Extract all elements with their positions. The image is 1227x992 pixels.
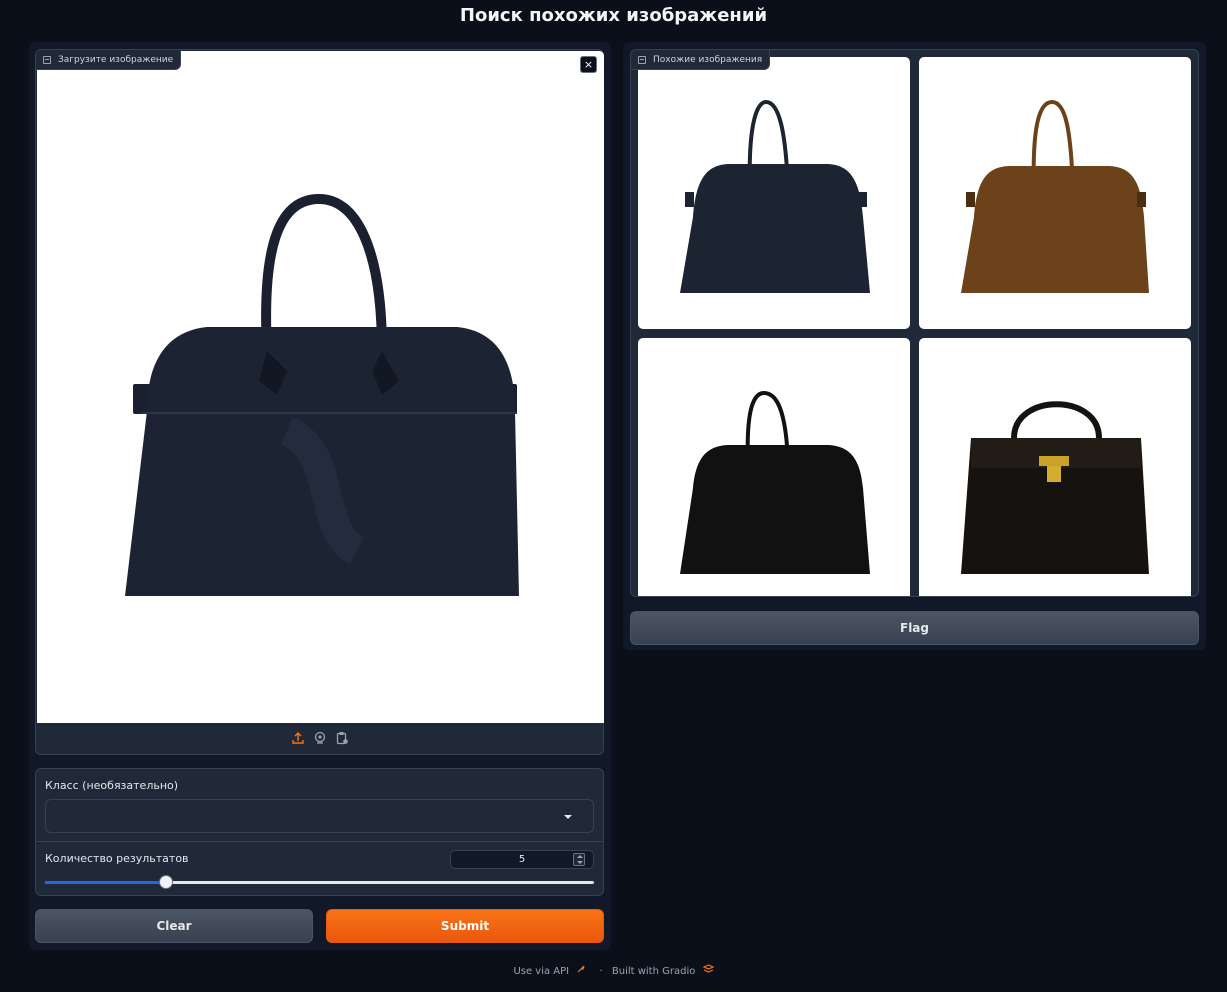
gallery-item[interactable]: [919, 57, 1191, 329]
slider-thumb[interactable]: [158, 875, 173, 889]
number-stepper-icon[interactable]: [573, 853, 585, 866]
similar-images-gallery: Похожие изображения: [630, 49, 1199, 597]
options-divider: [36, 841, 603, 842]
submit-button[interactable]: Submit: [326, 909, 604, 943]
use-via-api-link[interactable]: Use via API: [513, 966, 569, 977]
image-upload-block: Загрузите изображение ×: [35, 49, 604, 755]
navy-leather-tote-icon: [680, 99, 870, 293]
gallery-item[interactable]: [638, 57, 910, 329]
image-upload-label-text: Загрузите изображение: [58, 55, 174, 65]
upload-icon[interactable]: [291, 731, 305, 745]
uploaded-image[interactable]: [37, 51, 604, 723]
footer-separator: ·: [599, 965, 603, 977]
black-kelly-handbag-icon: [961, 401, 1149, 574]
black-suede-tote-icon: [680, 390, 870, 574]
image-source-bar: [36, 722, 603, 754]
chevron-down-icon: [564, 815, 572, 819]
clear-button[interactable]: Clear: [35, 909, 313, 943]
image-icon: [43, 56, 51, 64]
results-count-input[interactable]: 5: [450, 850, 594, 869]
image-upload-label: Загрузите изображение: [36, 50, 182, 70]
gradio-logo-icon: [702, 964, 715, 973]
clipboard-icon[interactable]: [335, 731, 349, 745]
footer: Use via API · Built with Gradio: [0, 964, 1227, 977]
options-block: Класс (необязательно) Количество результ…: [35, 768, 604, 896]
class-dropdown[interactable]: [45, 799, 594, 833]
results-count-slider[interactable]: [45, 875, 594, 889]
gallery-item[interactable]: [638, 338, 910, 596]
gallery-item[interactable]: [919, 338, 1191, 596]
navy-leather-tote-image: [37, 51, 604, 723]
flag-button[interactable]: Flag: [630, 611, 1199, 645]
results-count-value: 5: [518, 854, 526, 865]
rocket-icon: [577, 965, 585, 973]
input-panel: Загрузите изображение × Класс (необязате…: [29, 42, 611, 950]
image-icon: [638, 56, 646, 64]
brown-suede-tote-icon: [961, 99, 1149, 293]
built-with-gradio-link[interactable]: Built with Gradio: [612, 966, 695, 977]
page-title: Поиск похожих изображений: [459, 5, 768, 26]
slider-fill: [45, 881, 166, 884]
gallery-label: Похожие изображения: [631, 50, 771, 70]
clear-image-button[interactable]: ×: [580, 56, 597, 73]
webcam-icon[interactable]: [313, 731, 327, 745]
class-field-label: Класс (необязательно): [45, 779, 179, 792]
output-panel: Похожие изображения Flag: [623, 42, 1206, 650]
results-count-label: Количество результатов: [45, 852, 189, 865]
gallery-label-text: Похожие изображения: [653, 55, 763, 65]
